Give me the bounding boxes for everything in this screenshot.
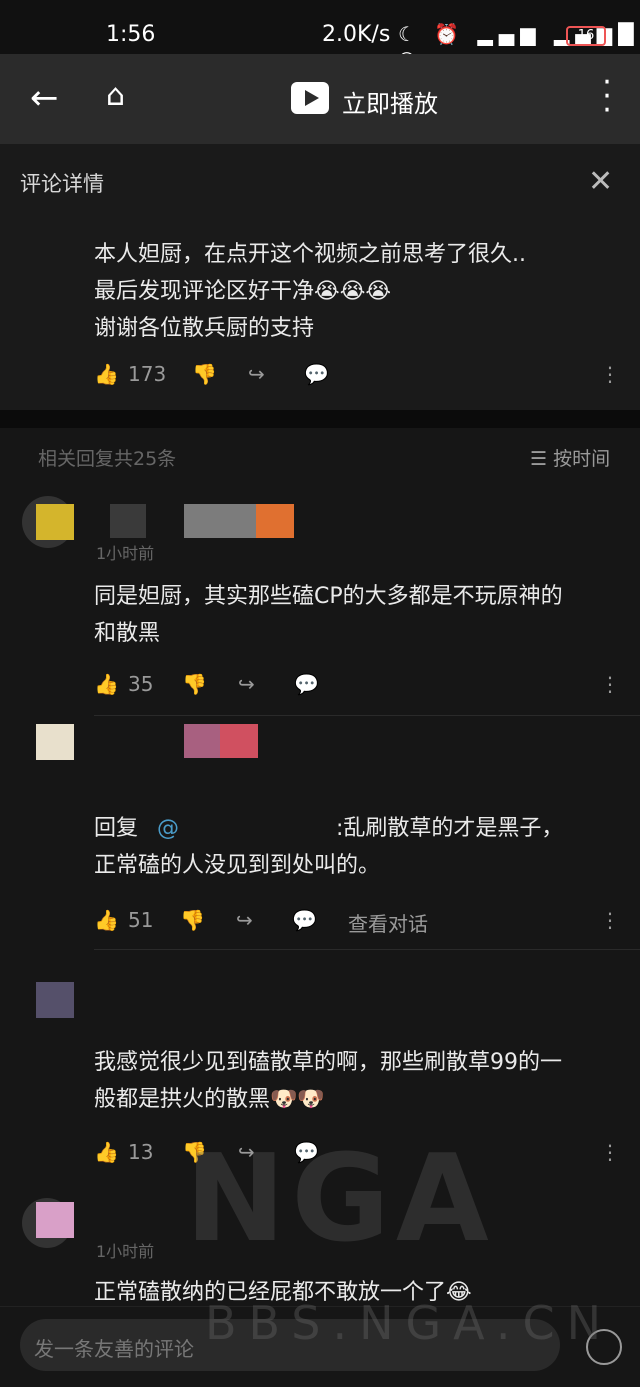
panel-title: 评论详情 bbox=[20, 172, 104, 196]
username-blurred[interactable] bbox=[110, 504, 146, 538]
comment-line: 我感觉很少见到磕散草的啊，那些刷散草99的一 bbox=[94, 1050, 562, 1075]
comment-line: 正常磕的人没见到到处叫的。 bbox=[94, 853, 381, 878]
comment-time: 1小时前 bbox=[96, 544, 155, 563]
comment-text: 同是妲厨，其实那些磕CP的大多都是不玩原神的 和散黑 bbox=[94, 578, 614, 652]
share-icon[interactable]: ↪ bbox=[238, 672, 255, 696]
more-icon[interactable]: ⋮ bbox=[600, 908, 620, 932]
comment-text: 回复 @ :乱刷散草的才是黑子， 正常磕的人没见到到处叫的。 bbox=[94, 810, 614, 884]
tv-play-icon[interactable] bbox=[291, 82, 329, 114]
comment-actions: 👍 35 👎 ↪ 💬 ⋮ bbox=[94, 664, 624, 704]
sort-by-time-button[interactable]: ☰ 按时间 bbox=[530, 444, 610, 471]
comment-input-placeholder: 发一条友善的评论 bbox=[34, 1337, 194, 1361]
comment-item: 回复 @ :乱刷散草的才是黑子， 正常磕的人没见到到处叫的。 👍 51 👎 ↪ … bbox=[0, 716, 640, 950]
username-blurred[interactable] bbox=[184, 724, 220, 758]
like-count: 35 bbox=[128, 672, 154, 696]
avatar-image bbox=[36, 1202, 74, 1238]
more-icon[interactable]: ⋮ bbox=[600, 1140, 620, 1164]
avatar-image[interactable] bbox=[36, 724, 74, 760]
mention-link[interactable]: @ bbox=[157, 816, 179, 841]
reply-count: 相关回复共25条 bbox=[38, 448, 177, 470]
main-comment-line: 谢谢各位散兵厨的支持 bbox=[94, 316, 315, 341]
reply-icon[interactable]: 💬 bbox=[292, 908, 317, 932]
home-icon[interactable]: ⌂ bbox=[106, 78, 125, 113]
comment-line: 同是妲厨，其实那些磕CP的大多都是不玩原神的 bbox=[94, 584, 563, 609]
more-options-icon[interactable]: · · · bbox=[600, 68, 614, 126]
reply-icon[interactable]: 💬 bbox=[304, 362, 329, 386]
reply-text: :乱刷散草的才是黑子， bbox=[336, 816, 564, 841]
status-network-speed: 2.0K/s bbox=[322, 22, 391, 47]
more-icon[interactable]: ⋮ bbox=[600, 362, 620, 386]
main-comment-actions: 👍 173 👎 ↪ 💬 ⋮ bbox=[94, 354, 624, 394]
avatar-image[interactable] bbox=[36, 982, 74, 1018]
dislike-icon[interactable]: 👎 bbox=[192, 362, 217, 386]
main-comment: 本人妲厨，在点开这个视频之前思考了很久.. 最后发现评论区好干净😭😭😭 谢谢各位… bbox=[0, 218, 640, 410]
close-icon[interactable]: ✕ bbox=[588, 164, 613, 199]
comment-detail-header: 评论详情 ✕ bbox=[0, 144, 640, 218]
sort-label: 按时间 bbox=[553, 448, 611, 470]
like-icon[interactable]: 👍 bbox=[94, 908, 119, 932]
like-icon[interactable]: 👍 bbox=[94, 1140, 119, 1164]
username-blurred[interactable] bbox=[184, 504, 256, 538]
top-bar: ← ⌂ 立即播放 · · · bbox=[0, 54, 640, 144]
more-icon[interactable]: ⋮ bbox=[600, 672, 620, 696]
battery-icon: 16 bbox=[566, 26, 606, 46]
share-icon[interactable]: ↪ bbox=[248, 362, 265, 386]
main-comment-line: 本人妲厨，在点开这个视频之前思考了很久.. bbox=[94, 242, 526, 267]
share-icon[interactable]: ↪ bbox=[236, 908, 253, 932]
like-icon[interactable]: 👍 bbox=[94, 362, 119, 386]
nga-watermark: NGA bbox=[185, 1130, 495, 1269]
comment-line: 和散黑 bbox=[94, 621, 161, 646]
reply-prefix: 回复 bbox=[94, 816, 139, 841]
section-separator bbox=[0, 410, 640, 428]
comment-time: 1小时前 bbox=[96, 1242, 155, 1261]
replies-header: 相关回复共25条 ☰ 按时间 bbox=[0, 428, 640, 484]
back-arrow-icon[interactable]: ← bbox=[30, 78, 59, 118]
dislike-icon[interactable]: 👎 bbox=[182, 672, 207, 696]
comment-line: 回复 @ :乱刷散草的才是黑子， bbox=[94, 810, 614, 847]
level-badge bbox=[256, 504, 294, 538]
play-now-button[interactable]: 立即播放 bbox=[342, 84, 438, 119]
main-comment-text: 本人妲厨，在点开这个视频之前思考了很久.. 最后发现评论区好干净😭😭😭 谢谢各位… bbox=[94, 236, 614, 347]
comment-actions: 👍 51 👎 ↪ 💬 查看对话 ⋮ bbox=[94, 900, 624, 940]
like-count: 173 bbox=[128, 362, 167, 386]
like-count: 13 bbox=[128, 1140, 154, 1164]
comment-item: 1小时前 同是妲厨，其实那些磕CP的大多都是不玩原神的 和散黑 👍 35 👎 ↪… bbox=[0, 484, 640, 716]
status-bar: 1:56 2.0K/s ☾ ⏰ ▂▄▆ ▂▄▆█ ◠ 16 bbox=[0, 0, 640, 70]
nga-url-watermark: BBS.NGA.CN bbox=[205, 1296, 613, 1350]
like-icon[interactable]: 👍 bbox=[94, 672, 119, 696]
comment-line: 般都是拱火的散黑🐶🐶 bbox=[94, 1087, 325, 1112]
dislike-icon[interactable]: 👎 bbox=[180, 908, 205, 932]
avatar-image bbox=[36, 504, 74, 540]
reply-icon[interactable]: 💬 bbox=[294, 672, 319, 696]
comment-text: 我感觉很少见到磕散草的啊，那些刷散草99的一 般都是拱火的散黑🐶🐶 bbox=[94, 1044, 614, 1118]
like-count: 51 bbox=[128, 908, 154, 932]
level-badge bbox=[220, 724, 258, 758]
main-comment-line: 最后发现评论区好干净😭😭😭 bbox=[94, 279, 392, 304]
status-time: 1:56 bbox=[106, 22, 156, 47]
view-conversation-link[interactable]: 查看对话 bbox=[348, 908, 428, 937]
